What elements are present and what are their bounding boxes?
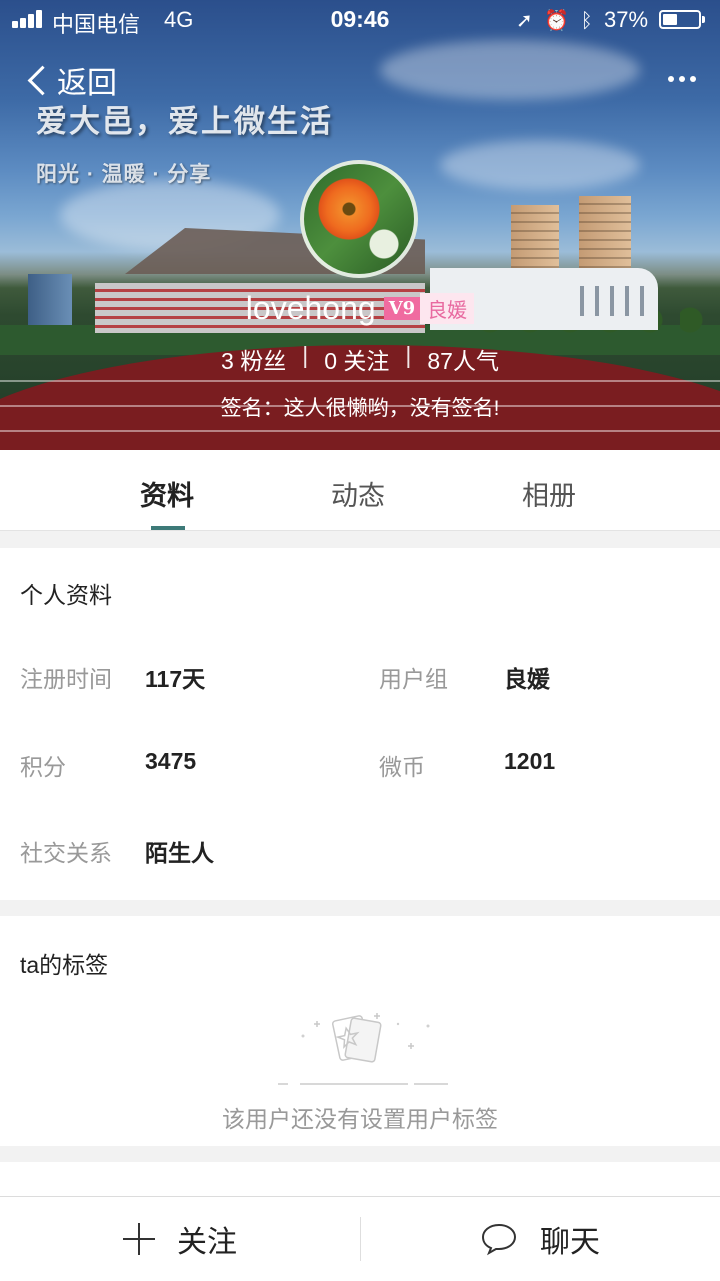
empty-tags-message: 该用户还没有设置用户标签 xyxy=(222,1106,498,1132)
stat-separator: | xyxy=(302,342,309,368)
section-title: ta的标签 xyxy=(20,952,109,978)
cloud xyxy=(380,40,640,100)
follow-button[interactable]: 关注 xyxy=(0,1197,360,1281)
stat-separator: | xyxy=(405,342,412,368)
field-label: 用户组 xyxy=(379,666,448,692)
building xyxy=(511,205,559,277)
tab-album[interactable]: 相册 xyxy=(522,474,576,513)
chat-label: 聊天 xyxy=(540,1226,600,1259)
field-value: 3475 xyxy=(145,748,197,774)
battery-icon xyxy=(659,10,705,29)
vip-badge: V9 xyxy=(383,297,421,320)
battery-percent: 37% xyxy=(604,7,649,32)
cloud xyxy=(440,140,640,190)
plus-icon xyxy=(123,1223,155,1255)
banner-slogan: 爱大邑，爱上微生活 xyxy=(36,104,333,139)
chevron-left-icon xyxy=(27,65,58,95)
avatar[interactable] xyxy=(300,160,418,278)
field-value: 117天 xyxy=(145,666,206,692)
field-value: 良媛 xyxy=(504,666,550,692)
empty-tags-icon xyxy=(278,1013,448,1085)
username: lovehong xyxy=(245,290,376,326)
following-count[interactable]: 0 关注 xyxy=(324,342,389,376)
alarm-icon: ⏰ xyxy=(544,10,570,32)
more-options-button[interactable] xyxy=(668,76,696,82)
fans-count[interactable]: 3 粉丝 xyxy=(221,342,286,376)
field-label: 注册时间 xyxy=(20,666,112,692)
bluetooth-icon: ᛒ xyxy=(580,10,593,32)
profile-stats: 3 粉丝 | 0 关注 | 87人气 xyxy=(0,342,720,376)
tab-activity[interactable]: 动态 xyxy=(331,474,385,513)
tab-info[interactable]: 资料 xyxy=(140,474,194,513)
profile-tabs: 资料 动态 相册 xyxy=(0,450,720,531)
more-dots-icon xyxy=(668,76,674,82)
back-button[interactable]: 返回 xyxy=(26,60,117,100)
popularity-count: 87人气 xyxy=(427,348,499,374)
location-icon: ➚ xyxy=(516,10,533,32)
rank-badge: 良媛 xyxy=(420,293,475,324)
field-value: 陌生人 xyxy=(145,840,214,866)
status-bar: 中国电信 4G 09:46 ➚ ⏰ ᛒ 37% xyxy=(0,0,720,40)
follow-label: 关注 xyxy=(177,1226,237,1259)
field-label: 社交关系 xyxy=(20,840,112,866)
field-label: 积分 xyxy=(20,754,66,780)
chat-bubble-icon xyxy=(481,1223,517,1256)
section-title: 个人资料 xyxy=(20,582,112,608)
field-label: 微币 xyxy=(379,754,425,780)
building xyxy=(579,196,631,274)
back-label: 返回 xyxy=(57,67,117,100)
bottom-action-bar: 关注 聊天 xyxy=(0,1196,720,1281)
active-tab-indicator xyxy=(151,526,185,530)
field-value: 1201 xyxy=(504,748,556,774)
status-icons: ➚ ⏰ ᛒ xyxy=(516,8,593,33)
chat-button[interactable]: 聊天 xyxy=(360,1197,720,1281)
signature: 签名：这人很懒哟，没有签名! xyxy=(220,397,500,420)
username-row: lovehong V9 良媛 xyxy=(0,290,720,327)
banner-subslogan: 阳光 · 温暖 · 分享 xyxy=(36,163,212,186)
